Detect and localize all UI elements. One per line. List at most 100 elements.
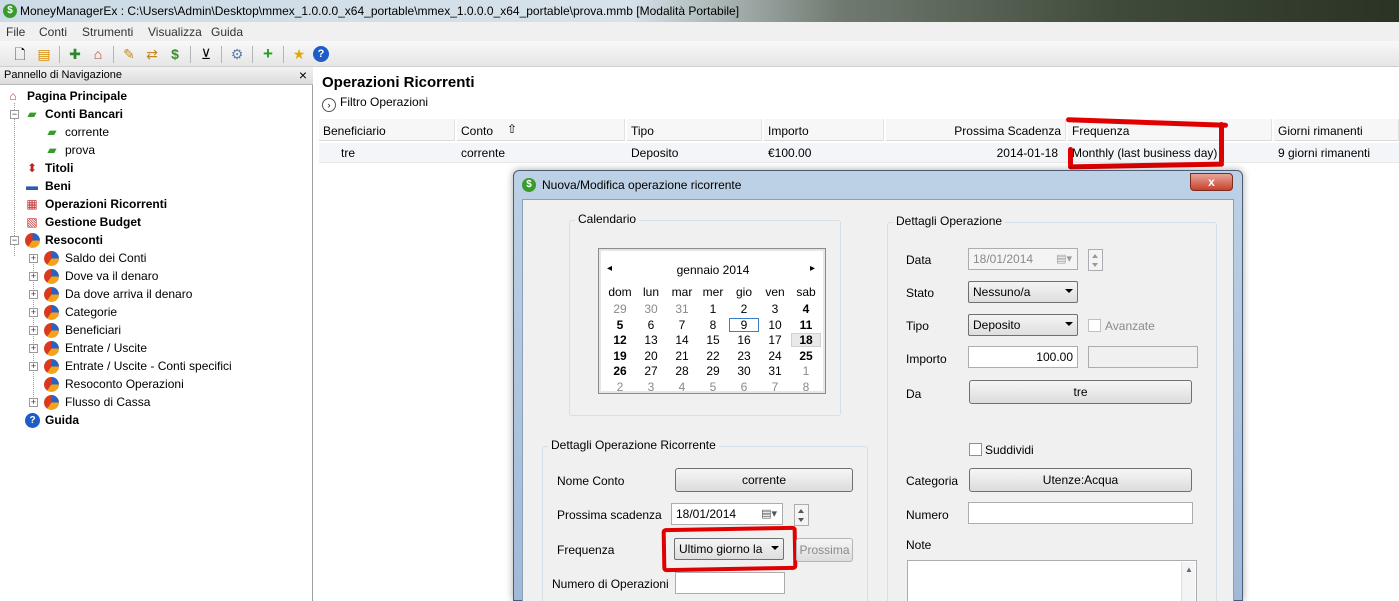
next-due-spin[interactable] bbox=[794, 504, 809, 526]
payee-button[interactable]: tre bbox=[969, 380, 1192, 404]
calendar-day[interactable]: 21 bbox=[667, 349, 697, 363]
nav-item-corrente[interactable]: corrente bbox=[65, 125, 109, 139]
table-row[interactable]: tre corrente Deposito €100.00 2014-01-18… bbox=[319, 143, 1399, 163]
expand-icon[interactable]: + bbox=[29, 326, 38, 335]
nav-item-conti-bancari[interactable]: Conti Bancari bbox=[45, 107, 123, 121]
open-database-icon[interactable]: ▤ bbox=[35, 45, 53, 63]
add-icon[interactable]: + bbox=[259, 45, 277, 63]
nav-item-resoconti[interactable]: Resoconti bbox=[45, 233, 103, 247]
new-database-icon[interactable]: 🗋 bbox=[11, 45, 29, 63]
edit-icon[interactable]: ✎ bbox=[120, 45, 138, 63]
calendar-next-icon[interactable]: ▸ bbox=[810, 263, 815, 274]
filter-icon[interactable]: ⊻ bbox=[197, 45, 215, 63]
nav-item-categorie[interactable]: Categorie bbox=[65, 305, 117, 319]
expand-icon[interactable]: + bbox=[29, 344, 38, 353]
type-select[interactable]: Deposito bbox=[968, 314, 1078, 336]
calendar-day[interactable]: 30 bbox=[729, 364, 759, 378]
expand-icon[interactable]: + bbox=[29, 398, 38, 407]
expand-icon[interactable]: + bbox=[29, 254, 38, 263]
home-icon[interactable]: ⌂ bbox=[89, 45, 107, 63]
split-checkbox[interactable] bbox=[969, 443, 982, 456]
nav-item-entrate-uscite-conti-specifici[interactable]: Entrate / Uscite - Conti specifici bbox=[65, 359, 232, 373]
column-header-giorni-rimanenti[interactable]: Giorni rimanenti bbox=[1274, 119, 1399, 141]
collapse-icon[interactable]: − bbox=[10, 110, 19, 119]
calendar-day[interactable]: 17 bbox=[760, 333, 790, 347]
calendar-day[interactable]: 31 bbox=[760, 364, 790, 378]
menu-file[interactable]: File bbox=[6, 25, 25, 39]
calendar-day[interactable]: 5 bbox=[605, 318, 635, 332]
new-account-icon[interactable]: ✚ bbox=[66, 45, 84, 63]
calendar-day[interactable]: 2 bbox=[729, 302, 759, 316]
nav-item-pagina-principale[interactable]: Pagina Principale bbox=[27, 89, 127, 103]
nav-item-dove-va-il-denaro[interactable]: Dove va il denaro bbox=[65, 269, 158, 283]
calendar-day[interactable]: 6 bbox=[636, 318, 666, 332]
transfer-icon[interactable]: ⇄ bbox=[143, 45, 161, 63]
calendar-dropdown-icon[interactable]: ▤▾ bbox=[1056, 252, 1072, 265]
collapse-icon[interactable]: − bbox=[10, 236, 19, 245]
calendar-day[interactable]: 31 bbox=[667, 302, 697, 316]
number-input[interactable] bbox=[968, 502, 1193, 524]
calendar-dropdown-icon[interactable]: ▤▾ bbox=[761, 507, 777, 520]
nav-item-saldo-dei-conti[interactable]: Saldo dei Conti bbox=[65, 251, 146, 265]
column-header-conto[interactable]: Conto ⇧ bbox=[457, 119, 625, 141]
filter-operations[interactable]: › Filtro Operazioni bbox=[322, 95, 428, 112]
calendar-day[interactable]: 13 bbox=[636, 333, 666, 347]
expand-icon[interactable]: + bbox=[29, 272, 38, 281]
menu-conti[interactable]: Conti bbox=[39, 25, 67, 39]
amount-input[interactable]: 100.00 bbox=[968, 346, 1078, 368]
close-icon[interactable]: x bbox=[1190, 173, 1233, 191]
nav-item-operazioni-ricorrenti[interactable]: Operazioni Ricorrenti bbox=[45, 197, 167, 211]
calendar-day[interactable]: 7 bbox=[667, 318, 697, 332]
column-header-tipo[interactable]: Tipo bbox=[627, 119, 762, 141]
amount-to-input[interactable] bbox=[1088, 346, 1198, 368]
calendar-day[interactable]: 12 bbox=[605, 333, 635, 347]
calendar-day[interactable]: 3 bbox=[636, 380, 666, 394]
calendar-day[interactable]: 26 bbox=[605, 364, 635, 378]
calendar-day[interactable]: 11 bbox=[791, 318, 821, 332]
close-panel-icon[interactable]: × bbox=[299, 67, 307, 83]
nav-item-guida[interactable]: Guida bbox=[45, 413, 79, 427]
currency-icon[interactable]: $ bbox=[166, 45, 184, 63]
calendar-day[interactable]: 6 bbox=[729, 380, 759, 394]
calendar-day[interactable]: 24 bbox=[760, 349, 790, 363]
advanced-checkbox[interactable] bbox=[1088, 319, 1101, 332]
next-due-date-field[interactable]: 18/01/2014 ▤▾ bbox=[671, 503, 783, 525]
column-header-prossima-scadenza[interactable]: Prossima Scadenza bbox=[886, 119, 1066, 141]
calendar-day[interactable]: 25 bbox=[791, 349, 821, 363]
expand-icon[interactable]: + bbox=[29, 362, 38, 371]
calendar-day[interactable]: 3 bbox=[760, 302, 790, 316]
calendar-day[interactable]: 1 bbox=[791, 364, 821, 378]
calendar-day[interactable]: 7 bbox=[760, 380, 790, 394]
calendar-day[interactable]: 27 bbox=[636, 364, 666, 378]
next-occurrence-button[interactable]: Prossima bbox=[796, 538, 853, 562]
calendar[interactable]: ◂ gennaio 2014 ▸ dom lun mar mer gio ven sab 29… bbox=[598, 248, 826, 394]
column-header-importo[interactable]: Importo bbox=[764, 119, 884, 141]
calendar-day[interactable]: 19 bbox=[605, 349, 635, 363]
nav-item-flusso-di-cassa[interactable]: Flusso di Cassa bbox=[65, 395, 150, 409]
date-field[interactable]: 18/01/2014 ▤▾ bbox=[968, 248, 1078, 270]
nav-item-gestione-budget[interactable]: Gestione Budget bbox=[45, 215, 141, 229]
calendar-day[interactable]: 16 bbox=[729, 333, 759, 347]
notes-scrollbar[interactable]: ▲ bbox=[1181, 562, 1195, 601]
favorite-icon[interactable]: ★ bbox=[290, 45, 308, 63]
calendar-day[interactable]: 14 bbox=[667, 333, 697, 347]
date-spin[interactable] bbox=[1088, 249, 1103, 271]
category-button[interactable]: Utenze:Acqua bbox=[969, 468, 1192, 492]
calendar-day[interactable]: 8 bbox=[698, 318, 728, 332]
nav-item-resoconto-operazioni[interactable]: Resoconto Operazioni bbox=[65, 377, 184, 391]
nav-item-prova[interactable]: prova bbox=[65, 143, 95, 157]
calendar-day[interactable]: 15 bbox=[698, 333, 728, 347]
calendar-day[interactable]: 29 bbox=[698, 364, 728, 378]
calendar-day[interactable]: 8 bbox=[791, 380, 821, 394]
num-operations-input[interactable] bbox=[675, 572, 785, 594]
calendar-day[interactable]: 23 bbox=[729, 349, 759, 363]
nav-item-da-dove-arriva-il-denaro[interactable]: Da dove arriva il denaro bbox=[65, 287, 192, 301]
calendar-day[interactable]: 4 bbox=[791, 302, 821, 316]
menu-strumenti[interactable]: Strumenti bbox=[82, 25, 133, 39]
expand-icon[interactable]: + bbox=[29, 308, 38, 317]
calendar-day[interactable]: 2 bbox=[605, 380, 635, 394]
calendar-day[interactable]: 29 bbox=[605, 302, 635, 316]
calendar-day[interactable]: 28 bbox=[667, 364, 697, 378]
notes-textarea[interactable] bbox=[907, 560, 1197, 601]
calendar-day[interactable]: 4 bbox=[667, 380, 697, 394]
